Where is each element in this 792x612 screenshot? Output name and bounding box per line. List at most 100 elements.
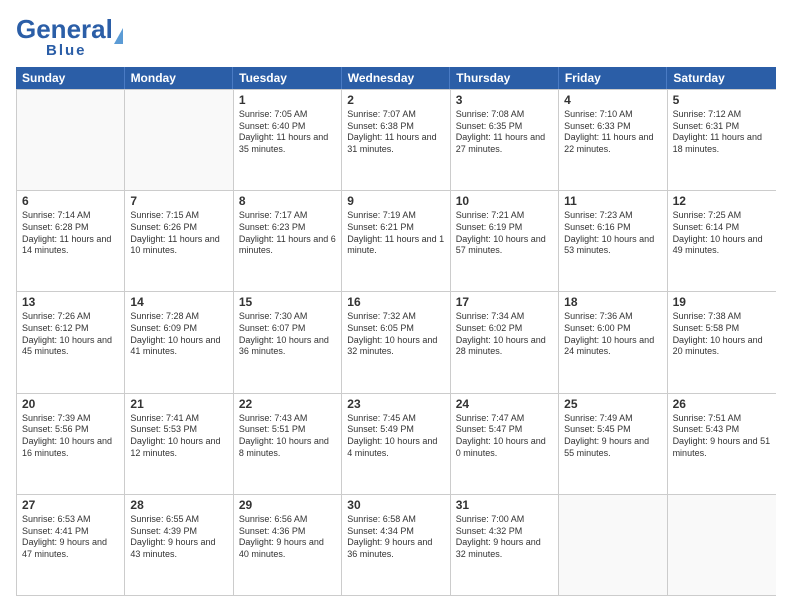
calendar-cell: 12 Sunrise: 7:25 AM Sunset: 6:14 PM Dayli… bbox=[668, 191, 776, 291]
calendar-cell: 20 Sunrise: 7:39 AM Sunset: 5:56 PM Dayli… bbox=[17, 394, 125, 494]
calendar-cell: 28 Sunrise: 6:55 AM Sunset: 4:39 PM Dayli… bbox=[125, 495, 233, 595]
calendar-cell: 29Sunrise: 6:56 AM Sunset: 4:36 PM Dayli… bbox=[234, 495, 342, 595]
calendar-body: 1Sunrise: 7:05 AM Sunset: 6:40 PM Daylig… bbox=[16, 89, 776, 596]
logo-general-text: General bbox=[16, 16, 113, 42]
calendar-cell: 7Sunrise: 7:15 AM Sunset: 6:26 PM Daylig… bbox=[125, 191, 233, 291]
calendar-cell: 13 Sunrise: 7:26 AM Sunset: 6:12 PM Dayli… bbox=[17, 292, 125, 392]
day-number: 8 bbox=[239, 194, 336, 208]
cell-info: Sunrise: 7:38 AM Sunset: 5:58 PM Dayligh… bbox=[673, 311, 771, 358]
header: General Blue bbox=[16, 16, 776, 59]
calendar-cell bbox=[668, 495, 776, 595]
cell-info: Sunrise: 7:36 AM Sunset: 6:00 PM Dayligh… bbox=[564, 311, 661, 358]
cell-info: Sunrise: 7:30 AM Sunset: 6:07 PM Dayligh… bbox=[239, 311, 336, 358]
header-sunday: Sunday bbox=[16, 67, 125, 89]
calendar-cell: 11 Sunrise: 7:23 AM Sunset: 6:16 PM Dayli… bbox=[559, 191, 667, 291]
page: General Blue Sunday Monday Tuesday Wedne… bbox=[0, 0, 792, 612]
cell-info: Sunrise: 7:07 AM Sunset: 6:38 PM Dayligh… bbox=[347, 109, 444, 156]
day-number: 20 bbox=[22, 397, 119, 411]
cell-info: Sunrise: 7:47 AM Sunset: 5:47 PM Dayligh… bbox=[456, 413, 553, 460]
cell-info: Sunrise: 7:19 AM Sunset: 6:21 PM Dayligh… bbox=[347, 210, 444, 257]
calendar-cell: 8 Sunrise: 7:17 AM Sunset: 6:23 PM Daylig… bbox=[234, 191, 342, 291]
logo: General Blue bbox=[16, 16, 123, 59]
cell-info: Sunrise: 7:28 AM Sunset: 6:09 PM Dayligh… bbox=[130, 311, 227, 358]
cell-info: Sunrise: 7:14 AM Sunset: 6:28 PM Dayligh… bbox=[22, 210, 119, 257]
calendar-cell: 15 Sunrise: 7:30 AM Sunset: 6:07 PM Dayli… bbox=[234, 292, 342, 392]
day-number: 4 bbox=[564, 93, 661, 107]
day-number: 27 bbox=[22, 498, 119, 512]
calendar-cell: 30 Sunrise: 6:58 AM Sunset: 4:34 PM Dayli… bbox=[342, 495, 450, 595]
calendar-cell: 16 Sunrise: 7:32 AM Sunset: 6:05 PM Dayli… bbox=[342, 292, 450, 392]
day-number: 5 bbox=[673, 93, 771, 107]
cell-info: Sunrise: 7:21 AM Sunset: 6:19 PM Dayligh… bbox=[456, 210, 553, 257]
calendar-row: 6 Sunrise: 7:14 AM Sunset: 6:28 PM Daylig… bbox=[17, 190, 776, 291]
calendar-row: 13 Sunrise: 7:26 AM Sunset: 6:12 PM Dayli… bbox=[17, 291, 776, 392]
cell-info: Sunrise: 6:55 AM Sunset: 4:39 PM Dayligh… bbox=[130, 514, 227, 561]
calendar-row: 20 Sunrise: 7:39 AM Sunset: 5:56 PM Dayli… bbox=[17, 393, 776, 494]
logo-blue-text: Blue bbox=[46, 42, 87, 59]
day-number: 22 bbox=[239, 397, 336, 411]
day-number: 19 bbox=[673, 295, 771, 309]
logo-triangle-icon bbox=[114, 28, 123, 44]
calendar-cell: 27 Sunrise: 6:53 AM Sunset: 4:41 PM Dayli… bbox=[17, 495, 125, 595]
calendar-cell: 26 Sunrise: 7:51 AM Sunset: 5:43 PM Dayli… bbox=[668, 394, 776, 494]
calendar-cell bbox=[17, 90, 125, 190]
calendar-cell: 22Sunrise: 7:43 AM Sunset: 5:51 PM Dayli… bbox=[234, 394, 342, 494]
calendar-row: 1Sunrise: 7:05 AM Sunset: 6:40 PM Daylig… bbox=[17, 89, 776, 190]
day-number: 2 bbox=[347, 93, 444, 107]
day-number: 11 bbox=[564, 194, 661, 208]
day-number: 28 bbox=[130, 498, 227, 512]
day-number: 15 bbox=[239, 295, 336, 309]
cell-info: Sunrise: 7:41 AM Sunset: 5:53 PM Dayligh… bbox=[130, 413, 227, 460]
cell-info: Sunrise: 6:58 AM Sunset: 4:34 PM Dayligh… bbox=[347, 514, 444, 561]
cell-info: Sunrise: 7:00 AM Sunset: 4:32 PM Dayligh… bbox=[456, 514, 553, 561]
day-number: 30 bbox=[347, 498, 444, 512]
day-number: 21 bbox=[130, 397, 227, 411]
day-number: 14 bbox=[130, 295, 227, 309]
day-number: 12 bbox=[673, 194, 771, 208]
day-number: 26 bbox=[673, 397, 771, 411]
cell-info: Sunrise: 7:05 AM Sunset: 6:40 PM Dayligh… bbox=[239, 109, 336, 156]
calendar: Sunday Monday Tuesday Wednesday Thursday… bbox=[16, 67, 776, 596]
day-number: 25 bbox=[564, 397, 661, 411]
calendar-cell: 10 Sunrise: 7:21 AM Sunset: 6:19 PM Dayli… bbox=[451, 191, 559, 291]
cell-info: Sunrise: 7:23 AM Sunset: 6:16 PM Dayligh… bbox=[564, 210, 661, 257]
cell-info: Sunrise: 7:45 AM Sunset: 5:49 PM Dayligh… bbox=[347, 413, 444, 460]
cell-info: Sunrise: 7:12 AM Sunset: 6:31 PM Dayligh… bbox=[673, 109, 771, 156]
cell-info: Sunrise: 7:26 AM Sunset: 6:12 PM Dayligh… bbox=[22, 311, 119, 358]
day-number: 31 bbox=[456, 498, 553, 512]
calendar-cell: 1Sunrise: 7:05 AM Sunset: 6:40 PM Daylig… bbox=[234, 90, 342, 190]
calendar-cell bbox=[559, 495, 667, 595]
day-number: 9 bbox=[347, 194, 444, 208]
calendar-cell: 9 Sunrise: 7:19 AM Sunset: 6:21 PM Daylig… bbox=[342, 191, 450, 291]
cell-info: Sunrise: 7:08 AM Sunset: 6:35 PM Dayligh… bbox=[456, 109, 553, 156]
calendar-cell: 2 Sunrise: 7:07 AM Sunset: 6:38 PM Daylig… bbox=[342, 90, 450, 190]
header-tuesday: Tuesday bbox=[233, 67, 342, 89]
calendar-cell: 18 Sunrise: 7:36 AM Sunset: 6:00 PM Dayli… bbox=[559, 292, 667, 392]
calendar-cell: 17 Sunrise: 7:34 AM Sunset: 6:02 PM Dayli… bbox=[451, 292, 559, 392]
day-number: 16 bbox=[347, 295, 444, 309]
header-wednesday: Wednesday bbox=[342, 67, 451, 89]
cell-info: Sunrise: 7:39 AM Sunset: 5:56 PM Dayligh… bbox=[22, 413, 119, 460]
calendar-cell: 6 Sunrise: 7:14 AM Sunset: 6:28 PM Daylig… bbox=[17, 191, 125, 291]
cell-info: Sunrise: 7:32 AM Sunset: 6:05 PM Dayligh… bbox=[347, 311, 444, 358]
calendar-row: 27 Sunrise: 6:53 AM Sunset: 4:41 PM Dayli… bbox=[17, 494, 776, 595]
calendar-cell: 24 Sunrise: 7:47 AM Sunset: 5:47 PM Dayli… bbox=[451, 394, 559, 494]
calendar-cell: 4Sunrise: 7:10 AM Sunset: 6:33 PM Daylig… bbox=[559, 90, 667, 190]
day-number: 13 bbox=[22, 295, 119, 309]
cell-info: Sunrise: 7:17 AM Sunset: 6:23 PM Dayligh… bbox=[239, 210, 336, 257]
cell-info: Sunrise: 7:25 AM Sunset: 6:14 PM Dayligh… bbox=[673, 210, 771, 257]
header-monday: Monday bbox=[125, 67, 234, 89]
day-number: 6 bbox=[22, 194, 119, 208]
day-number: 23 bbox=[347, 397, 444, 411]
cell-info: Sunrise: 6:53 AM Sunset: 4:41 PM Dayligh… bbox=[22, 514, 119, 561]
cell-info: Sunrise: 7:34 AM Sunset: 6:02 PM Dayligh… bbox=[456, 311, 553, 358]
header-saturday: Saturday bbox=[667, 67, 776, 89]
cell-info: Sunrise: 7:51 AM Sunset: 5:43 PM Dayligh… bbox=[673, 413, 771, 460]
day-number: 24 bbox=[456, 397, 553, 411]
day-number: 10 bbox=[456, 194, 553, 208]
cell-info: Sunrise: 6:56 AM Sunset: 4:36 PM Dayligh… bbox=[239, 514, 336, 561]
day-number: 17 bbox=[456, 295, 553, 309]
calendar-cell: 3Sunrise: 7:08 AM Sunset: 6:35 PM Daylig… bbox=[451, 90, 559, 190]
cell-info: Sunrise: 7:49 AM Sunset: 5:45 PM Dayligh… bbox=[564, 413, 661, 460]
day-number: 18 bbox=[564, 295, 661, 309]
